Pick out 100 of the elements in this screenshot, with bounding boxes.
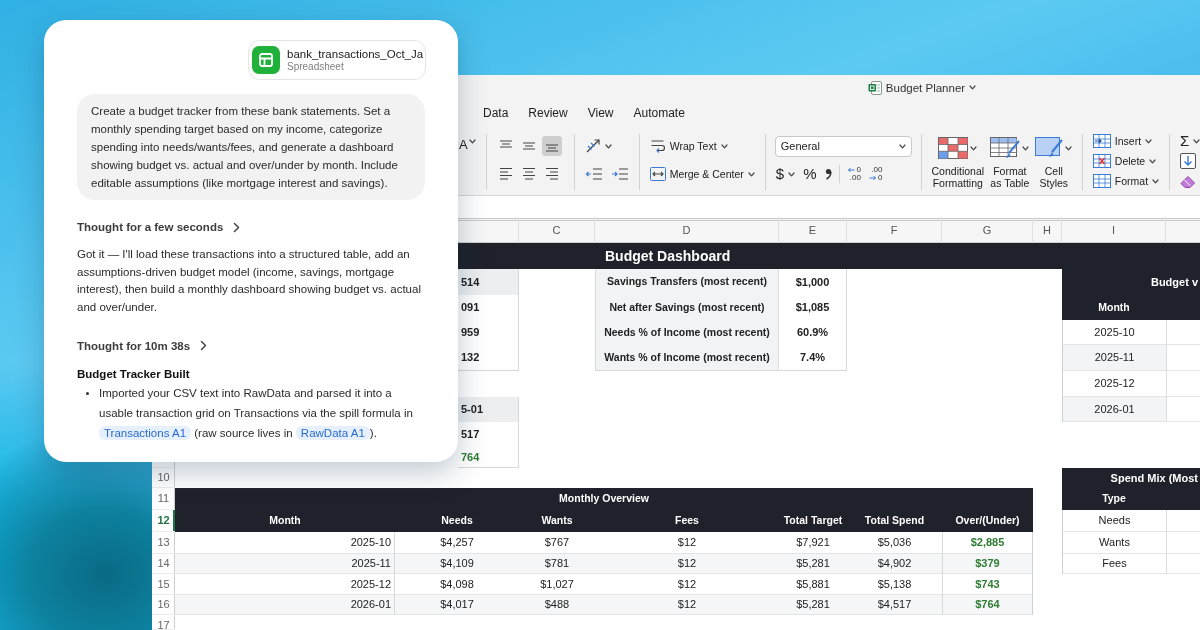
column-header: Total Target bbox=[779, 510, 847, 532]
dashboard-title: Budget Dashboard bbox=[604, 246, 732, 266]
row-header[interactable]: 17 bbox=[152, 615, 175, 630]
column-header: Needs bbox=[395, 510, 519, 532]
autosum-button[interactable]: Σ bbox=[1179, 133, 1200, 149]
metric-label: Net after Savings (most recent) bbox=[595, 295, 779, 320]
ribbon-tab[interactable]: Review bbox=[528, 105, 568, 123]
wrap-arrow-icon bbox=[649, 138, 666, 154]
down-arrow-box-icon bbox=[1180, 153, 1197, 169]
caret-icon bbox=[468, 139, 476, 144]
table-brush-icon bbox=[990, 137, 1021, 159]
grid-arrow-icon bbox=[1092, 134, 1111, 148]
metric-value: 60.9% bbox=[779, 320, 847, 345]
caret-icon bbox=[1149, 158, 1157, 164]
indent-left-icon bbox=[584, 167, 603, 181]
table-cell: $12 bbox=[595, 595, 779, 615]
table-cell: 2025-11 bbox=[1062, 345, 1166, 371]
table-cell: Fees bbox=[1062, 554, 1166, 574]
cell-brush-icon bbox=[1035, 137, 1064, 159]
grid-cross-icon bbox=[1092, 154, 1111, 168]
ribbon-tab[interactable]: Data bbox=[483, 105, 509, 123]
merge-center-button[interactable]: Merge & Center bbox=[648, 167, 756, 181]
number-format-dropdown[interactable]: General bbox=[774, 135, 912, 157]
caret-icon bbox=[1152, 178, 1160, 184]
delete-button[interactable]: Delete bbox=[1091, 154, 1158, 168]
table-cell: 2026-01 bbox=[1062, 397, 1166, 422]
lines-icon bbox=[520, 166, 537, 182]
ribbon-tab[interactable]: View bbox=[587, 105, 614, 123]
decrease-decimal-button[interactable]: .00 0 bbox=[867, 166, 884, 182]
table-cell: $4,902 bbox=[847, 554, 942, 574]
currency-button[interactable]: $ bbox=[774, 166, 797, 182]
row-header[interactable]: 15 bbox=[152, 574, 175, 595]
thought-toggle[interactable]: Thought for a few seconds bbox=[77, 218, 241, 236]
column-header: Month bbox=[1062, 295, 1200, 320]
table-cell: Needs bbox=[1062, 510, 1166, 532]
empty-cell bbox=[1166, 532, 1200, 554]
chevron-right-icon bbox=[200, 340, 208, 352]
empty-cell bbox=[1166, 510, 1200, 532]
table-cell: $379 bbox=[942, 554, 1033, 574]
cell-reference-link[interactable]: Transactions A1 bbox=[99, 425, 192, 440]
caret-icon bbox=[747, 171, 755, 177]
table-cell: Wants bbox=[1062, 532, 1166, 554]
cell-reference-link[interactable]: RawData A1 bbox=[295, 425, 370, 440]
row-header[interactable]: 13 bbox=[152, 532, 175, 554]
table-cell: $764 bbox=[942, 595, 1033, 615]
caret-icon bbox=[1022, 145, 1030, 151]
table-cell: 2026-01 bbox=[175, 595, 395, 615]
table-cell: 514 bbox=[458, 269, 519, 295]
cell-styles-button[interactable]: Cell Styles bbox=[1034, 136, 1073, 189]
table-cell: 2025-11 bbox=[175, 554, 395, 574]
format-as-table-button[interactable]: Format as Table bbox=[987, 136, 1032, 189]
metric-value: $1,085 bbox=[779, 295, 847, 320]
bullet-text: Imported your CSV text into RawData and parsed it into a usable transaction grid on Transactions via the spill formula in Transactions A1 (raw source lives in RawData A1 ). bbox=[99, 385, 414, 442]
caret-icon bbox=[604, 143, 612, 149]
response-heading: Budget Tracker Built bbox=[77, 366, 191, 382]
empty-cell bbox=[1166, 554, 1200, 574]
increase-decimal-button[interactable]: 0 .00 bbox=[846, 166, 862, 182]
metric-value: 7.4% bbox=[779, 345, 847, 371]
percent-button[interactable]: % bbox=[802, 166, 818, 182]
column-header: Over/(Under) bbox=[942, 510, 1033, 532]
increase-indent-button[interactable] bbox=[609, 167, 630, 181]
column-header: Wants bbox=[519, 510, 595, 532]
left-arrow-icon bbox=[847, 167, 856, 173]
font-size-button[interactable]: A bbox=[458, 139, 477, 151]
metric-label: Needs % of Income (most recent) bbox=[595, 320, 779, 345]
table-cell: $12 bbox=[595, 554, 779, 574]
row-header[interactable]: 10 bbox=[152, 468, 175, 488]
file-name: bank_transactions_Oct_Ja bbox=[287, 47, 424, 61]
response-text: Got it — I'll load these transactions into a structured table, add an assumptions-driven budget model (income, savings, mortgage interest), then build a monthly dashboard showing budget vs. actual and over/under. bbox=[77, 247, 422, 316]
format-button[interactable]: Format bbox=[1091, 174, 1161, 188]
wrap-text-button[interactable]: Wrap Text bbox=[648, 138, 729, 154]
table-cell: $4,017 bbox=[395, 595, 519, 615]
table-cell: $781 bbox=[519, 554, 595, 574]
document-title-button[interactable]: Budget Planner bbox=[867, 80, 977, 95]
user-message: Create a budget tracker from these bank statements. Set a monthly spending target based on my income, categorize spending into needs/wants/fees, and generate a dashboard showing budget vs. actual and over/under by month. Include editable assumptions (like mortgage interest and savings). bbox=[77, 94, 425, 200]
table-cell: $4,517 bbox=[847, 595, 942, 615]
right-arrow-icon bbox=[868, 175, 877, 181]
file-attachment[interactable]: bank_transactions_Oct_Ja Spreadsheet bbox=[248, 40, 426, 80]
colored-grid-icon bbox=[938, 137, 969, 159]
column-header: Month bbox=[175, 510, 395, 532]
merge-cells-icon bbox=[649, 167, 666, 181]
indent-right-icon bbox=[610, 167, 629, 181]
diagonal-arrow-icon bbox=[584, 138, 601, 154]
table-cell: $5,281 bbox=[779, 595, 847, 615]
caret-icon bbox=[1065, 145, 1073, 151]
thought-toggle[interactable]: Thought for 10m 38s bbox=[77, 336, 208, 355]
caret-icon bbox=[1145, 138, 1153, 144]
align-bottom-button[interactable] bbox=[541, 136, 562, 156]
table-cell: 5-01 bbox=[458, 397, 519, 422]
conditional-formatting-button[interactable]: Conditional Formatting bbox=[930, 136, 985, 189]
decrease-indent-button[interactable] bbox=[583, 167, 604, 181]
spreadsheet-icon bbox=[252, 46, 280, 74]
insert-button[interactable]: Insert bbox=[1091, 134, 1154, 148]
lines-icon bbox=[497, 166, 514, 182]
column-header: Fees bbox=[595, 510, 779, 532]
empty-cell bbox=[1166, 371, 1200, 397]
comma-style-button[interactable] bbox=[823, 168, 834, 180]
ribbon-tab[interactable]: Automate bbox=[633, 105, 685, 123]
caret-icon bbox=[969, 85, 977, 90]
eraser-icon bbox=[1180, 174, 1197, 188]
